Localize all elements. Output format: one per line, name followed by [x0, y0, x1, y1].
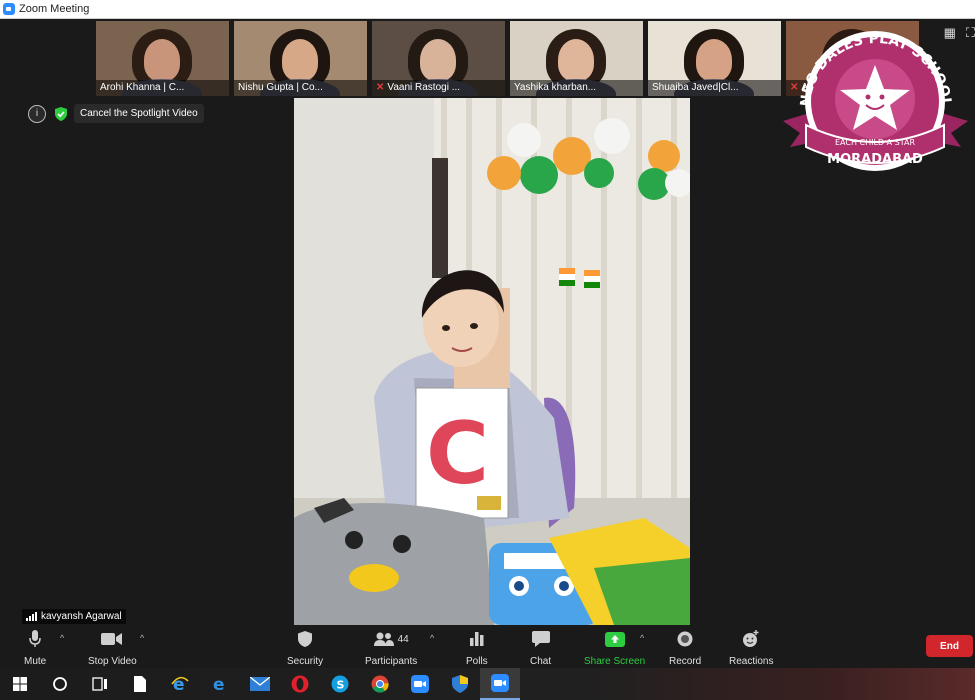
skype-icon[interactable]: S	[320, 668, 360, 700]
participant-face	[282, 39, 318, 81]
participant-face	[558, 39, 594, 81]
participant-thumbnail[interactable]: Yashika kharban...	[510, 21, 643, 96]
info-icon[interactable]: i	[28, 104, 46, 123]
windows-taskbar: e e S	[0, 668, 975, 700]
task-view-icon[interactable]	[80, 668, 120, 700]
encryption-shield-icon[interactable]	[52, 105, 70, 123]
share-screen-button[interactable]: Share Screen	[584, 628, 645, 667]
mute-button[interactable]: Mute	[24, 628, 46, 667]
zoom-meeting-taskbar-icon[interactable]	[480, 668, 520, 700]
spotlight-video: C	[294, 98, 690, 625]
meeting-stage: Arohi Khanna | C... Nishu Gupta | Co... ✕ V…	[0, 19, 975, 625]
record-button[interactable]: Record	[669, 628, 701, 667]
video-options-caret[interactable]: ^	[140, 633, 144, 643]
windows-start-icon[interactable]	[0, 668, 40, 700]
chat-bubble-icon	[531, 628, 550, 650]
cancel-spotlight-button[interactable]: Cancel the Spotlight Video	[74, 104, 204, 123]
chrome-icon[interactable]	[360, 668, 400, 700]
microphone-icon	[29, 628, 41, 650]
share-options-caret[interactable]: ^	[640, 633, 644, 643]
logo-city: MORADABAD	[827, 152, 923, 167]
security-app-icon[interactable]	[440, 668, 480, 700]
participants-icon: 44	[373, 628, 409, 650]
participants-button[interactable]: 44 Participants	[365, 628, 417, 667]
security-shield-icon	[298, 628, 313, 650]
polls-button[interactable]: Polls	[466, 628, 488, 667]
zoom-taskbar-icon[interactable]	[400, 668, 440, 700]
window-title: Zoom Meeting	[19, 3, 90, 15]
participant-name-text: Shuaiba Javed|Cl...	[652, 82, 739, 93]
participant-name: Yashika kharban...	[510, 80, 643, 96]
participant-face	[144, 39, 180, 81]
cortana-search-icon[interactable]	[40, 668, 80, 700]
speaker-video-frame: C	[294, 98, 690, 625]
svg-text:e: e	[213, 675, 225, 693]
stop-video-button[interactable]: Stop Video	[88, 628, 137, 667]
opera-icon[interactable]	[280, 668, 320, 700]
speaker-name-label: kavyansh Agarwal	[41, 611, 122, 622]
svg-text:C: C	[426, 404, 489, 504]
svg-text:S: S	[337, 679, 345, 692]
security-button[interactable]: Security	[287, 628, 323, 667]
participant-thumbnail[interactable]: ✕ Vaani Rastogi ...	[372, 21, 505, 96]
participant-name-text: Arohi Khanna | C...	[100, 82, 185, 93]
active-speaker-name: kavyansh Agarwal	[22, 609, 126, 624]
participant-thumbnail[interactable]: Nishu Gupta | Co...	[234, 21, 367, 96]
meeting-controls: Mute ^ Stop Video ^ Security 44 Particip…	[0, 625, 975, 668]
mail-icon[interactable]	[240, 668, 280, 700]
reactions-button[interactable]: Reactions	[729, 628, 773, 667]
polls-icon	[469, 628, 484, 650]
mute-options-caret[interactable]: ^	[60, 633, 64, 643]
record-icon	[677, 628, 693, 650]
participants-count: 44	[397, 633, 409, 645]
logo-tagline: EACH CHILD A STAR	[835, 138, 915, 147]
participant-name-text: Yashika kharban...	[514, 82, 597, 93]
smiley-icon	[742, 628, 760, 650]
edge-browser-icon[interactable]: e	[200, 668, 240, 700]
end-meeting-button[interactable]: End	[926, 635, 973, 657]
participant-name-text: Vaani Rastogi ...	[387, 82, 461, 93]
zoom-app-icon	[3, 3, 15, 15]
participant-name: Shuaiba Javed|Cl...	[648, 80, 781, 96]
school-logo: NEO DALES PLAY SCHOOL EACH CHILD A STAR …	[778, 29, 973, 179]
participant-face	[420, 39, 456, 81]
participant-name: Nishu Gupta | Co...	[234, 80, 367, 96]
chat-button[interactable]: Chat	[530, 628, 551, 667]
share-screen-icon	[604, 628, 625, 650]
internet-explorer-icon[interactable]: e	[160, 668, 200, 700]
file-icon[interactable]	[120, 668, 160, 700]
participant-thumbnail[interactable]: Arohi Khanna | C...	[96, 21, 229, 96]
video-camera-icon	[101, 628, 123, 650]
participant-thumbnail[interactable]: Shuaiba Javed|Cl...	[648, 21, 781, 96]
title-bar: Zoom Meeting	[0, 0, 975, 19]
muted-microphone-icon: ✕	[376, 82, 385, 93]
participants-options-caret[interactable]: ^	[430, 633, 434, 643]
spotlight-bar: i Cancel the Spotlight Video	[28, 104, 204, 123]
participant-face	[696, 39, 732, 81]
participant-name: Arohi Khanna | C...	[96, 80, 229, 96]
signal-bars-icon	[26, 612, 37, 621]
participant-name: ✕ Vaani Rastogi ...	[372, 80, 505, 96]
participant-name-text: Nishu Gupta | Co...	[238, 82, 323, 93]
